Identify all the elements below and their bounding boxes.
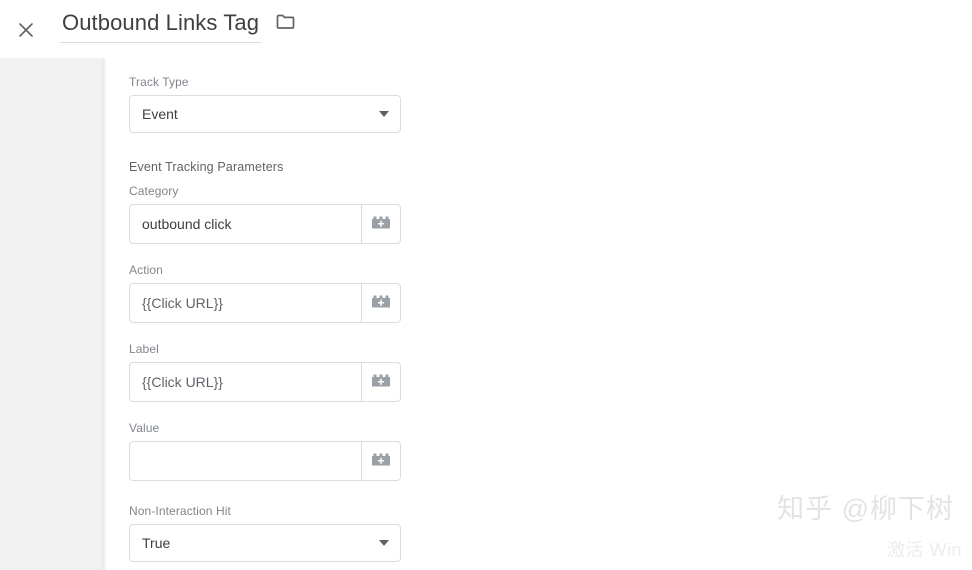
chevron-down-icon <box>379 540 389 546</box>
field-action: Action <box>129 262 401 323</box>
field-track-type: Track Type Event <box>129 74 401 133</box>
title-area: Outbound Links Tag <box>60 8 299 43</box>
variable-picker-icon <box>371 452 391 471</box>
tag-name-input[interactable]: Outbound Links Tag <box>60 8 262 43</box>
close-button[interactable] <box>10 14 42 46</box>
category-variable-picker-button[interactable] <box>361 204 401 244</box>
field-non-interaction-hit: Non-Interaction Hit True <box>129 503 401 562</box>
event-tracking-parameters-heading: Event Tracking Parameters <box>129 160 284 174</box>
action-label: Action <box>129 263 163 277</box>
value-input[interactable] <box>129 441 361 481</box>
variable-picker-icon <box>371 215 391 234</box>
non-interaction-hit-select[interactable]: True <box>129 524 401 562</box>
action-variable-picker-button[interactable] <box>361 283 401 323</box>
non-interaction-hit-label: Non-Interaction Hit <box>129 504 231 518</box>
label-input[interactable] <box>129 362 361 402</box>
field-label-param: Label <box>129 341 401 402</box>
tag-editor-screen: Outbound Links Tag Track Type Event Even… <box>0 0 972 570</box>
label-param-label: Label <box>129 342 159 356</box>
chevron-down-icon <box>379 111 389 117</box>
tag-configuration-form: Track Type Event Event Tracking Paramete… <box>106 58 972 570</box>
editor-header: Outbound Links Tag <box>0 0 972 58</box>
label-variable-picker-button[interactable] <box>361 362 401 402</box>
left-rail-panel <box>0 58 102 570</box>
close-icon <box>16 20 36 40</box>
track-type-select[interactable]: Event <box>129 95 401 133</box>
action-input-group <box>129 283 401 323</box>
category-label: Category <box>129 184 179 198</box>
value-input-group <box>129 441 401 481</box>
folder-icon <box>276 13 296 36</box>
value-variable-picker-button[interactable] <box>361 441 401 481</box>
action-input[interactable] <box>129 283 361 323</box>
field-category: Category <box>129 183 401 244</box>
track-type-label: Track Type <box>129 75 189 89</box>
non-interaction-hit-value: True <box>142 535 171 551</box>
field-value: Value <box>129 420 401 481</box>
label-input-group <box>129 362 401 402</box>
category-input[interactable] <box>129 204 361 244</box>
variable-picker-icon <box>371 294 391 313</box>
track-type-value: Event <box>142 106 178 122</box>
category-input-group <box>129 204 401 244</box>
folder-button[interactable] <box>273 11 299 37</box>
variable-picker-icon <box>371 373 391 392</box>
value-label: Value <box>129 421 160 435</box>
